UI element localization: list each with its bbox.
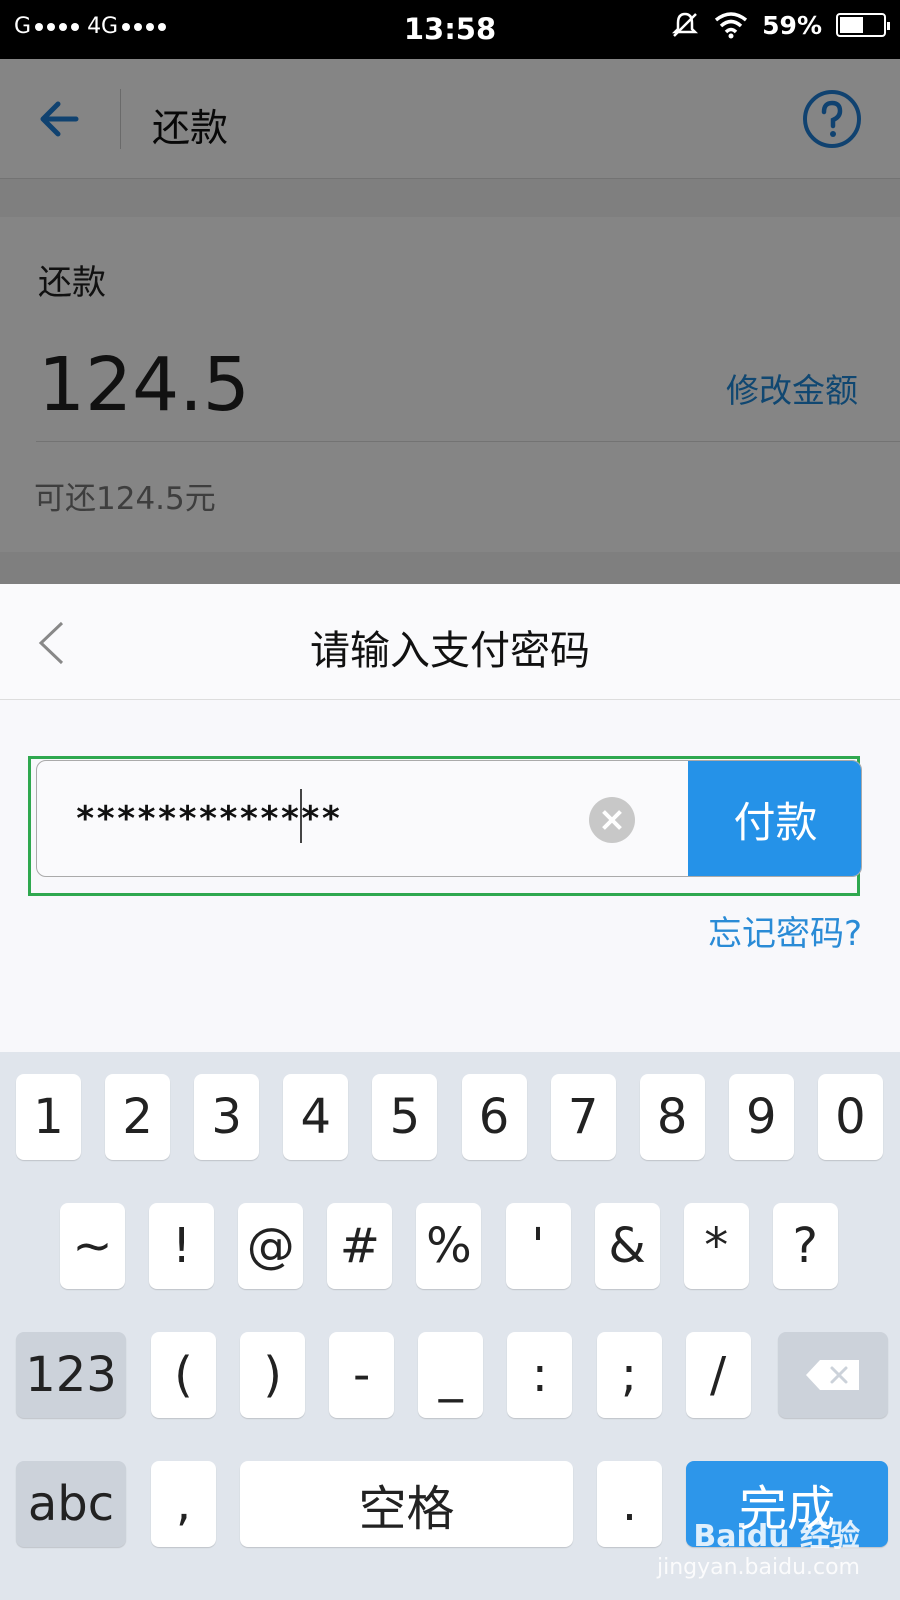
backspace-key[interactable] (778, 1332, 888, 1418)
payment-password-sheet: 请输入支付密码 我的支付密码 ************* 付款 忘记密码? (0, 584, 900, 1052)
forgot-password-link[interactable]: 忘记密码? (708, 906, 862, 955)
key-digit-3[interactable]: 4 (283, 1074, 349, 1160)
watermark: Baidu 经验 jingyan.baidu.com (657, 1511, 860, 1580)
key-symbol-1[interactable]: ! (149, 1203, 215, 1289)
key-punct-5[interactable]: ; (596, 1332, 662, 1418)
key-punct-0[interactable]: ( (151, 1332, 216, 1418)
key-period[interactable]: . (597, 1461, 662, 1547)
key-symbol-2[interactable]: @ (238, 1203, 304, 1289)
clear-icon[interactable] (589, 797, 635, 843)
key-comma[interactable]: , (151, 1461, 216, 1547)
keyboard: 1234567890 ~! @ #% ' & *? () - _:;/ 123 abc , 空… (0, 1052, 900, 1600)
key-digit-4[interactable]: 5 (372, 1074, 438, 1160)
text-caret (300, 789, 302, 843)
key-digit-6[interactable]: 7 (550, 1074, 616, 1160)
battery-percent: 59% (762, 10, 822, 40)
key-digit-1[interactable]: 2 (105, 1074, 171, 1160)
key-digit-8[interactable]: 9 (728, 1074, 794, 1160)
key-symbol-5[interactable]: ' (505, 1203, 571, 1289)
dim-overlay[interactable] (0, 59, 900, 584)
password-field[interactable]: ************* 付款 (36, 760, 862, 877)
key-punct-4[interactable]: : (507, 1332, 573, 1418)
wifi-icon (715, 12, 748, 39)
key-digit-7[interactable]: 8 (639, 1074, 705, 1160)
status-bar: G 4G 13:58 59% (0, 0, 900, 59)
space-key[interactable]: 空格 (240, 1461, 573, 1547)
pay-button[interactable]: 付款 (688, 761, 861, 876)
watermark-brand: Baidu 经验 (693, 1519, 860, 1554)
key-punct-2[interactable]: - (329, 1332, 395, 1418)
battery-icon (836, 13, 890, 37)
watermark-url: jingyan.baidu.com (656, 1555, 860, 1580)
mute-bell-icon (672, 12, 699, 37)
backspace-icon (806, 1360, 859, 1390)
key-symbol-7[interactable]: * (683, 1203, 749, 1289)
key-symbol-3[interactable]: # (327, 1203, 393, 1289)
key-symbol-8[interactable]: ? (772, 1203, 838, 1289)
key-symbol-0[interactable]: ~ (60, 1203, 125, 1289)
sheet-title: 请输入支付密码 (310, 628, 590, 674)
key-digit-2[interactable]: 3 (194, 1074, 260, 1160)
key-punct-6[interactable]: / (685, 1332, 751, 1418)
key-punct-1[interactable]: ) (240, 1332, 306, 1418)
key-abc[interactable]: abc (16, 1461, 126, 1547)
key-symbol-4[interactable]: % (416, 1203, 482, 1289)
key-digit-0[interactable]: 1 (16, 1074, 81, 1160)
status-icons: 59% (670, 10, 890, 40)
key-symbol-6[interactable]: & (594, 1203, 660, 1289)
sheet-header: 请输入支付密码 (0, 584, 900, 700)
key-punct-3[interactable]: _ (418, 1332, 484, 1418)
key-digit-9[interactable]: 0 (817, 1074, 883, 1160)
key-123[interactable]: 123 (16, 1332, 126, 1418)
key-digit-5[interactable]: 6 (461, 1074, 527, 1160)
